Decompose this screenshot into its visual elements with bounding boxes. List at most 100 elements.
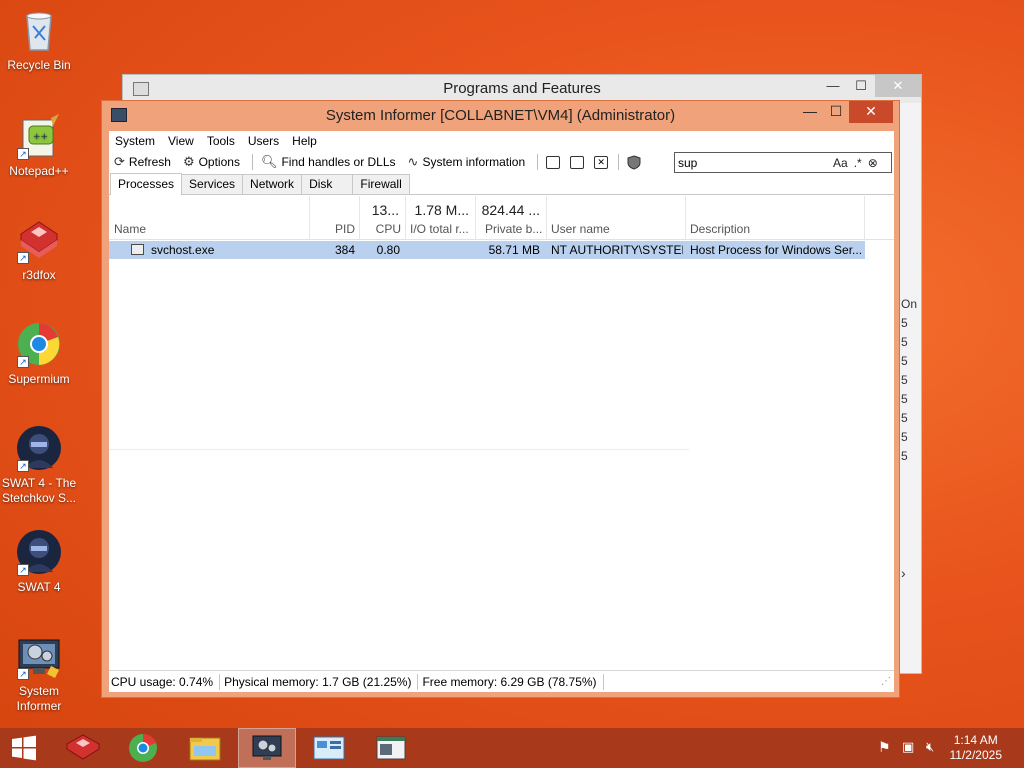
- shortcut-arrow-icon: ↗: [17, 668, 29, 680]
- menu-users[interactable]: Users: [248, 134, 279, 148]
- status-free-memory: Free memory: 6.29 GB (78.75%): [418, 673, 604, 690]
- taskbar-control-panel[interactable]: [300, 728, 358, 768]
- desktop-icon-r3dfox[interactable]: ↗ r3dfox: [0, 216, 78, 283]
- shortcut-arrow-icon: ↗: [17, 148, 29, 160]
- list-value: 5: [901, 373, 908, 387]
- shield-icon[interactable]: [627, 154, 641, 170]
- clock[interactable]: 1:14 AM 11/2/2025: [950, 733, 1003, 763]
- desktop-icon-system-informer[interactable]: ↗ System Informer: [0, 632, 78, 714]
- system-informer-window[interactable]: System Informer [COLLABNET\VM4] (Adminis…: [101, 100, 900, 698]
- window-app-icon: [376, 736, 406, 760]
- taskbar-file-explorer[interactable]: [176, 728, 234, 768]
- column-header-io[interactable]: 1.78 M... I/O total r...: [406, 196, 476, 240]
- maximize-button[interactable]: ☐: [847, 75, 875, 97]
- close-button[interactable]: ✕: [849, 101, 893, 123]
- desktop-icon-label: r3dfox: [22, 268, 56, 282]
- system-tray: ⚑ ▣ 🔇︎ 1:14 AM 11/2/2025: [864, 728, 1024, 768]
- activity-graph-icon: ∿: [407, 154, 419, 169]
- maximize-button[interactable]: ☐: [823, 101, 849, 123]
- find-window-icon[interactable]: [570, 155, 585, 169]
- taskbar-system-informer[interactable]: [238, 728, 296, 768]
- tab-disk[interactable]: Disk: [301, 174, 354, 194]
- process-tree[interactable]: Name PID 13... CPU 1.78 M... I/O total r…: [109, 196, 894, 669]
- desktop-icon-recycle-bin[interactable]: Recycle Bin: [0, 6, 78, 73]
- column-header-cpu[interactable]: 13... CPU: [360, 196, 406, 240]
- menu-help[interactable]: Help: [292, 134, 317, 148]
- process-private-bytes: 58.71 MB: [488, 243, 540, 257]
- process-user: NT AUTHORITY\SYSTEM: [551, 243, 683, 257]
- shortcut-arrow-icon: ↗: [17, 564, 29, 576]
- list-value: 5: [901, 411, 908, 425]
- minimize-button[interactable]: —: [797, 101, 823, 123]
- list-value: 5: [901, 354, 908, 368]
- taskbar-supermium[interactable]: [114, 728, 172, 768]
- desktop-icon-swat4[interactable]: ↗ SWAT 4: [0, 528, 78, 595]
- refresh-button[interactable]: ⟳ Refresh: [114, 154, 171, 170]
- column-header-name[interactable]: Name: [109, 196, 310, 240]
- system-information-label: System information: [422, 155, 526, 169]
- desktop-icon-label: Recycle Bin: [7, 58, 71, 72]
- tab-network[interactable]: Network: [242, 174, 303, 194]
- column-header-description[interactable]: Description: [686, 196, 865, 240]
- desktop-icon-notepad-plus-plus[interactable]: ++ ↗ Notepad++: [0, 112, 78, 179]
- taskbar-r3dfox[interactable]: [54, 728, 112, 768]
- recycle-bin-icon: [15, 6, 63, 54]
- process-cpu: 0.80: [376, 243, 400, 257]
- divider: [109, 449, 689, 450]
- tab-services[interactable]: Services: [181, 174, 244, 194]
- tab-processes[interactable]: Processes: [110, 173, 183, 195]
- column-header-user-name[interactable]: User name: [547, 196, 686, 240]
- search-box[interactable]: Aa .* ⊗: [674, 152, 892, 173]
- find-handles-button[interactable]: 🔍︎ Find handles or DLLs: [261, 154, 396, 170]
- match-case-button[interactable]: Aa: [833, 156, 848, 170]
- toolbar: ⟳ Refresh ⚙ Options 🔍︎ Find handles or D…: [109, 151, 894, 173]
- close-window-icon[interactable]: ✕: [594, 155, 609, 169]
- column-header-partial: On: [901, 297, 918, 311]
- supermium-icon: ↗: [15, 320, 63, 368]
- notepad-plus-plus-icon: ++ ↗: [15, 112, 63, 160]
- options-button[interactable]: ⚙ Options: [183, 154, 240, 170]
- column-header-pid[interactable]: PID: [310, 196, 360, 240]
- options-label: Options: [198, 155, 240, 169]
- desktop-icon-swat4-stetchkov[interactable]: ↗ SWAT 4 - The Stetchkov S...: [0, 424, 78, 506]
- control-panel-icon: [133, 82, 149, 96]
- refresh-label: Refresh: [128, 155, 171, 169]
- system-informer-icon: ↗: [15, 632, 63, 680]
- flag-icon[interactable]: ⚑: [878, 739, 891, 756]
- status-physical-memory: Physical memory: 1.7 GB (21.25%): [220, 673, 419, 690]
- clear-search-icon[interactable]: ⊗: [868, 156, 878, 170]
- column-header-private-bytes[interactable]: 824.44 ... Private b...: [476, 196, 547, 240]
- list-value: 5: [901, 430, 908, 444]
- system-informer-icon: [252, 735, 282, 760]
- scroll-right-arrow[interactable]: ›: [901, 564, 919, 583]
- close-button[interactable]: ✕: [875, 75, 921, 97]
- menu-view[interactable]: View: [168, 134, 194, 148]
- r3dfox-icon: ↗: [15, 216, 63, 264]
- svg-text:++: ++: [33, 132, 48, 142]
- taskbar-window-app[interactable]: [362, 728, 420, 768]
- column-header-row: Name PID 13... CPU 1.78 M... I/O total r…: [109, 196, 894, 240]
- window-title: System Informer [COLLABNET\VM4] (Adminis…: [325, 107, 676, 124]
- status-bar: CPU usage: 0.74% Physical memory: 1.7 GB…: [109, 670, 894, 692]
- minimize-button[interactable]: —: [819, 75, 847, 97]
- process-icon: [131, 244, 144, 255]
- system-informer-titlebar[interactable]: System Informer [COLLABNET\VM4] (Adminis…: [102, 101, 899, 129]
- search-input[interactable]: [675, 155, 825, 170]
- menu-tools[interactable]: Tools: [207, 134, 235, 148]
- folder-icon: [189, 737, 221, 761]
- regex-button[interactable]: .*: [854, 156, 862, 170]
- volume-muted-icon[interactable]: 🔇︎: [926, 739, 934, 755]
- tab-firewall[interactable]: Firewall: [352, 174, 410, 194]
- desktop-icon-supermium[interactable]: ↗ Supermium: [0, 320, 78, 387]
- resize-grip-icon[interactable]: ⋰: [881, 676, 891, 687]
- toolbar-separator: [251, 154, 253, 170]
- programs-window-titlebar[interactable]: Programs and Features — ☐ ✕: [123, 75, 921, 103]
- start-button[interactable]: [0, 728, 48, 768]
- network-icon[interactable]: ▣: [902, 739, 914, 755]
- list-value: 5: [901, 335, 908, 349]
- desktop-icon-label: SWAT 4 - The Stetchkov S...: [1, 476, 77, 505]
- system-information-button[interactable]: ∿ System information: [408, 154, 526, 170]
- menu-system[interactable]: System: [115, 134, 155, 148]
- table-row[interactable]: svchost.exe 384 0.80 58.71 MB NT AUTHORI…: [109, 241, 865, 259]
- window-icon[interactable]: [546, 155, 561, 169]
